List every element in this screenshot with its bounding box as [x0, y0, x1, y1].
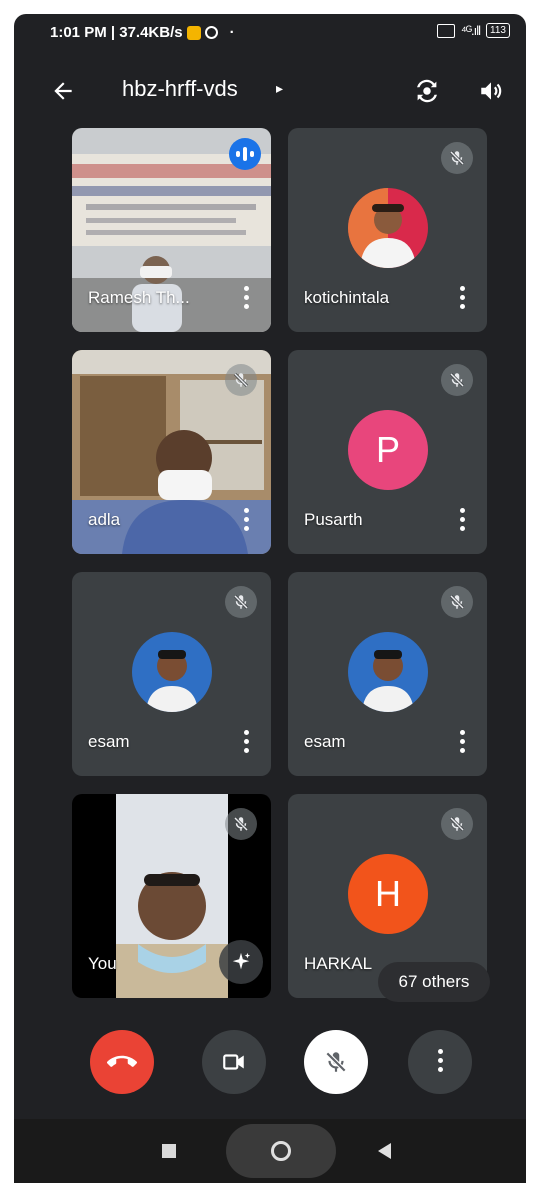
whatsapp-icon	[204, 26, 218, 39]
avatar	[348, 188, 428, 268]
participant-tile[interactable]: P Pusarth	[288, 350, 487, 554]
chevron-right-icon[interactable]: ▸	[276, 80, 283, 97]
effects-sparkle-icon[interactable]	[219, 940, 263, 984]
participant-tile[interactable]: esam	[72, 572, 271, 776]
mic-off-icon	[441, 586, 473, 618]
avatar: H	[348, 854, 428, 934]
others-count-button[interactable]: 67 others	[378, 962, 490, 1002]
notification-icon	[186, 25, 201, 40]
status-dot: ·	[229, 24, 235, 41]
switch-camera-icon[interactable]	[412, 76, 442, 106]
end-call-button[interactable]	[90, 1030, 154, 1094]
participant-tile[interactable]: Ramesh Th...	[72, 128, 271, 332]
mic-off-icon	[441, 142, 473, 174]
system-nav-bar	[14, 1119, 526, 1183]
more-vert-icon[interactable]	[243, 508, 249, 534]
more-vert-icon[interactable]	[459, 286, 465, 312]
volte-icon	[437, 23, 455, 38]
mic-off-icon	[441, 808, 473, 840]
participant-tile[interactable]: kotichintala	[288, 128, 487, 332]
home-circle-icon	[271, 1141, 291, 1161]
nav-back-icon[interactable]	[378, 1143, 391, 1159]
participant-name: esam	[88, 732, 130, 751]
avatar	[132, 632, 212, 712]
participant-tile[interactable]: esam	[288, 572, 487, 776]
mic-off-icon	[441, 364, 473, 396]
speaker-icon[interactable]	[478, 78, 504, 104]
battery-icon: 113	[486, 23, 510, 38]
speaking-indicator-icon	[229, 138, 261, 170]
status-time: 1:01 PM | 37.4KB/s	[50, 24, 183, 41]
participant-name: Pusarth	[304, 510, 363, 529]
participant-name: HARKAL	[304, 954, 373, 973]
more-vert-icon	[437, 1049, 443, 1075]
home-button[interactable]	[226, 1124, 336, 1178]
mic-off-icon	[225, 364, 257, 396]
mic-off-icon	[225, 586, 257, 618]
meeting-code[interactable]: hbz-hrff-vds	[122, 76, 238, 102]
more-options-button[interactable]	[408, 1030, 472, 1094]
recents-icon[interactable]	[162, 1144, 176, 1158]
avatar: P	[348, 410, 428, 490]
mic-off-icon	[225, 808, 257, 840]
participant-name: You	[88, 954, 117, 973]
self-view-tile[interactable]: You	[72, 794, 271, 998]
mic-off-icon	[325, 1051, 347, 1073]
meeting-header: hbz-hrff-vds ▸	[14, 66, 526, 116]
mic-toggle-button[interactable]	[304, 1030, 368, 1094]
more-vert-icon[interactable]	[459, 508, 465, 534]
status-bar: 1:01 PM | 37.4KB/s · ⁴ᴳ.ıll 113	[14, 14, 526, 52]
participant-name: esam	[304, 732, 346, 751]
more-vert-icon[interactable]	[459, 730, 465, 756]
participant-name: Ramesh Th...	[88, 288, 190, 307]
back-arrow-icon[interactable]	[50, 78, 76, 104]
more-vert-icon[interactable]	[243, 730, 249, 756]
more-vert-icon[interactable]	[243, 286, 249, 312]
camera-toggle-button[interactable]	[202, 1030, 266, 1094]
participant-tile[interactable]: adla	[72, 350, 271, 554]
meet-call-screen: 1:01 PM | 37.4KB/s · ⁴ᴳ.ıll 113 hbz-hrff…	[14, 14, 526, 1183]
end-call-icon	[107, 1055, 137, 1067]
camera-icon	[223, 1054, 244, 1070]
participant-name: kotichintala	[304, 288, 390, 307]
signal-icon: ⁴ᴳ.ıll	[461, 23, 481, 38]
participant-name: adla	[88, 510, 121, 529]
avatar	[348, 632, 428, 712]
